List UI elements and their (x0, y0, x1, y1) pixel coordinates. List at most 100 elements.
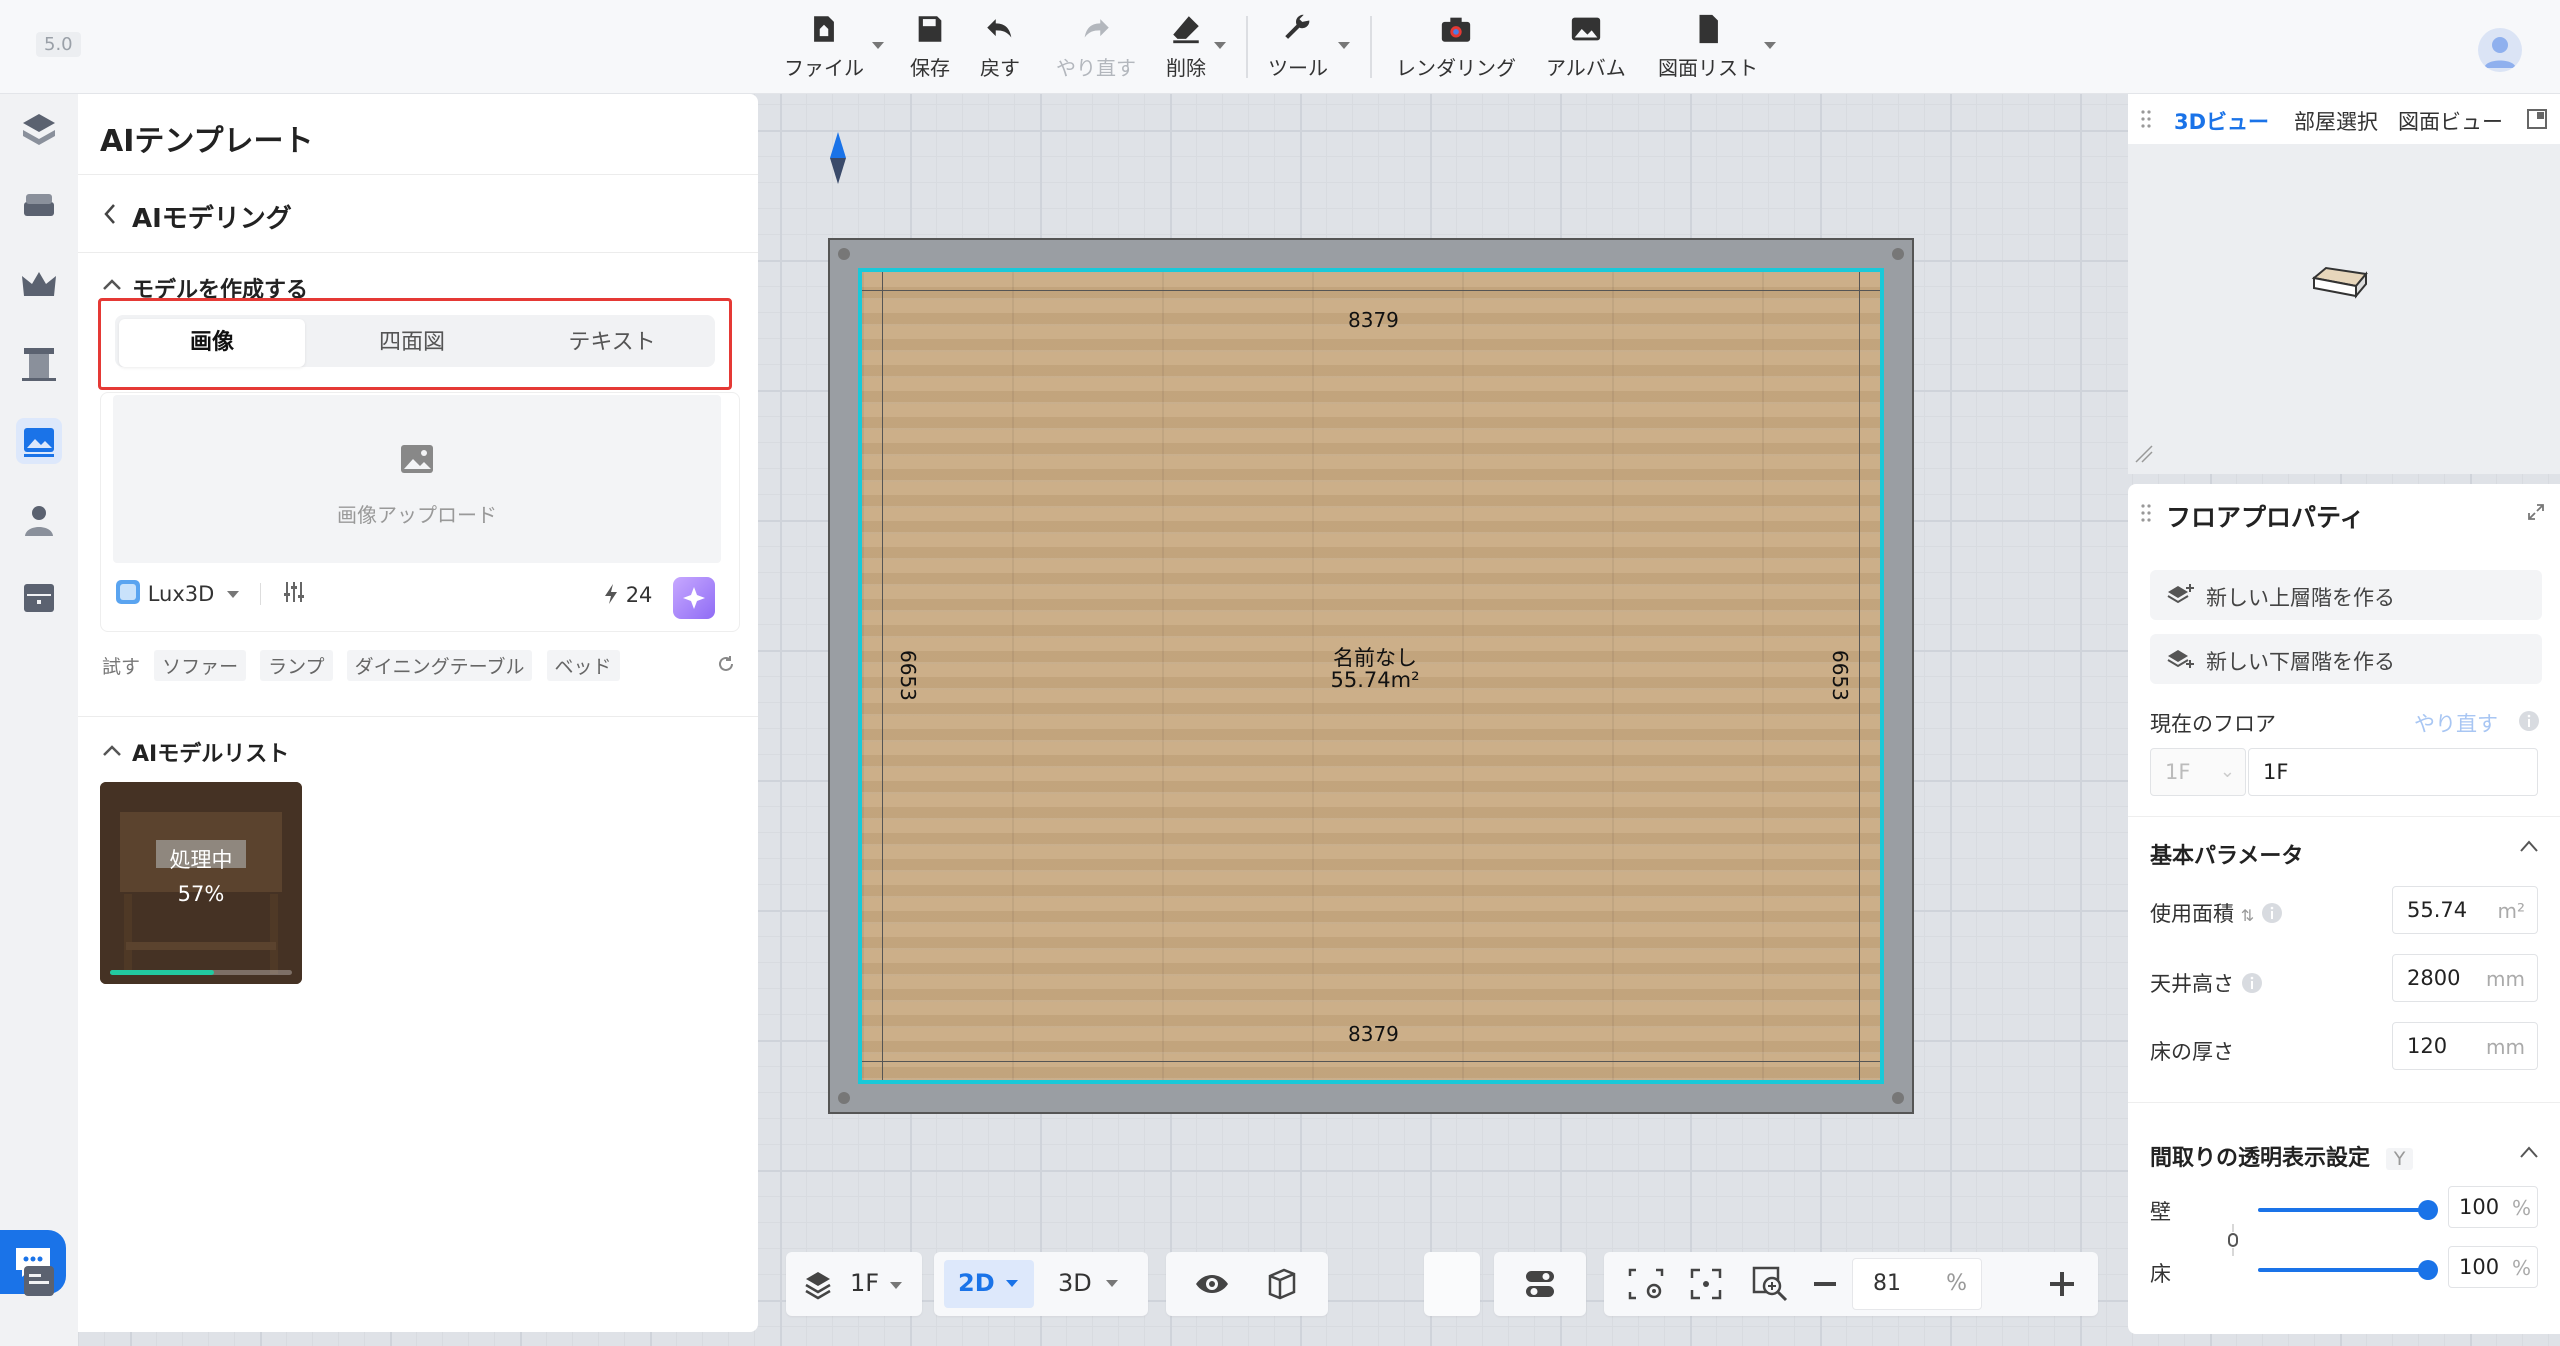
corner-node[interactable] (1892, 1092, 1904, 1104)
new-upper-floor-button[interactable]: 新しい上層階を作る (2150, 570, 2542, 620)
crown-icon[interactable] (16, 262, 62, 308)
refresh-icon[interactable] (716, 654, 736, 674)
new-lower-floor-button[interactable]: 新しい下層階を作る (2150, 634, 2542, 684)
info-icon[interactable] (2261, 902, 2283, 924)
floor-percent-input[interactable]: 100 % (2448, 1246, 2538, 1288)
toggle-settings-button[interactable] (1494, 1252, 1586, 1316)
redo-link[interactable]: やり直す (2414, 708, 2498, 738)
redo-button[interactable]: やり直す (1056, 12, 1136, 81)
floor-name-input[interactable]: 1F (2248, 748, 2538, 796)
tab-image[interactable]: 画像 (119, 319, 305, 367)
ceiling-label: 天井高さ (2150, 968, 2263, 998)
ai-model-item[interactable]: 処理中 57% (100, 782, 302, 984)
image-upload-area[interactable]: 画像アップロード (113, 395, 721, 563)
tools-button[interactable]: ツール (1268, 12, 1328, 81)
eye-icon[interactable] (1194, 1268, 1230, 1300)
ai-template-icon[interactable] (16, 418, 62, 464)
chevron-down-icon[interactable] (1338, 42, 1350, 49)
floor-level-select[interactable]: 1F ⌄ (2150, 748, 2246, 796)
cube-icon[interactable] (1264, 1266, 1300, 1302)
user-avatar[interactable] (2478, 28, 2522, 72)
floor-thickness-input[interactable]: 120 mm (2392, 1022, 2538, 1070)
info-icon[interactable] (2518, 710, 2540, 732)
info-icon[interactable] (2241, 972, 2263, 994)
upload-card: 画像アップロード Lux3D 24 (100, 392, 740, 632)
delete-button[interactable]: 削除 (1166, 12, 1206, 81)
tab-four-views[interactable]: 四面図 (319, 319, 505, 367)
corner-node[interactable] (838, 1092, 850, 1104)
suggestion-chip[interactable]: ランプ (260, 650, 333, 681)
slider-knob[interactable] (2418, 1260, 2438, 1280)
area-input[interactable]: 55.74 m² (2392, 886, 2538, 934)
blank-tool-button[interactable] (1424, 1252, 1480, 1316)
back-button[interactable] (102, 202, 118, 232)
render-button[interactable]: レンダリング (1396, 12, 1516, 81)
file-button[interactable]: ファイル (784, 12, 864, 81)
undo-icon (987, 19, 1012, 38)
floor-transparency-slider[interactable] (2258, 1260, 2438, 1280)
mode-2d-button[interactable]: 2D (944, 1260, 1034, 1308)
collapse-create-section[interactable] (102, 272, 122, 297)
processing-progress: 57% (177, 882, 225, 906)
room-3d-model[interactable] (2308, 264, 2372, 304)
tab-3d-view[interactable]: 3Dビュー (2174, 106, 2269, 136)
furniture-icon[interactable] (16, 184, 62, 230)
zoom-region-icon[interactable] (1750, 1264, 1790, 1304)
drag-handle-icon[interactable] (2140, 108, 2152, 130)
zoom-in-icon[interactable] (2046, 1268, 2078, 1300)
corner-node[interactable] (1892, 248, 1904, 260)
fit-view-icon[interactable] (1688, 1266, 1724, 1302)
image-icon (401, 445, 433, 473)
chevron-down-icon[interactable] (1764, 42, 1776, 49)
drawing-list-button[interactable]: 図面リスト (1658, 12, 1758, 81)
save-button[interactable]: 保存 (910, 12, 950, 81)
generate-button[interactable] (673, 577, 715, 619)
mode-3d-button[interactable]: 3D (1044, 1260, 1134, 1308)
tab-text[interactable]: テキスト (519, 319, 705, 367)
wall-percent-input[interactable]: 100 % (2448, 1186, 2538, 1228)
suggestion-chips: 試す ソファー ランプ ダイニングテーブル ベッド (102, 650, 620, 681)
album-button[interactable]: アルバム (1546, 12, 1626, 81)
tab-room-select[interactable]: 部屋選択 (2294, 106, 2378, 136)
wall-transparency-slider[interactable] (2258, 1200, 2438, 1220)
link-icon[interactable] (2224, 1220, 2242, 1260)
expand-window-icon[interactable] (2526, 108, 2548, 130)
panel-toggle-icon[interactable] (16, 1258, 62, 1304)
dimension-line (862, 1061, 1880, 1062)
undo-button[interactable]: 戻す (980, 12, 1020, 81)
tab-plan-view[interactable]: 図面ビュー (2398, 106, 2503, 136)
eraser-icon (1173, 16, 1199, 44)
wall-label: 壁 (2150, 1200, 2171, 1224)
suggestion-chip[interactable]: ソファー (154, 650, 247, 681)
ceiling-height-input[interactable]: 2800 mm (2392, 954, 2538, 1002)
view-settings-icon[interactable] (1626, 1266, 1666, 1302)
floorplan-icon[interactable] (16, 106, 62, 152)
chevron-up-icon[interactable] (2518, 838, 2540, 854)
model-select[interactable]: Lux3D (115, 579, 307, 606)
collapse-model-list[interactable] (102, 738, 122, 763)
floor-switcher[interactable]: 1F (786, 1252, 922, 1316)
suggestion-chip[interactable]: ベッド (546, 650, 620, 681)
chevron-up-icon[interactable] (2518, 1144, 2540, 1160)
current-floor-label: 現在のフロア (2150, 712, 2276, 736)
chevron-down-icon[interactable] (872, 42, 884, 49)
person-icon[interactable] (16, 498, 62, 544)
room-floor[interactable]: 8379 8379 6653 6653 名前なし 55.74m² (858, 268, 1884, 1084)
resize-handle-icon[interactable] (2132, 442, 2156, 466)
mini-3d-view[interactable]: 3Dビュー 部屋選択 図面ビュー (2128, 94, 2560, 474)
floor-plan[interactable]: 8379 8379 6653 6653 名前なし 55.74m² (828, 238, 1914, 1114)
zoom-out-icon[interactable] (1810, 1272, 1840, 1296)
slider-knob[interactable] (2418, 1200, 2438, 1220)
toolbar-divider (1370, 16, 1372, 78)
drag-handle-icon[interactable] (2140, 502, 2152, 524)
corner-node[interactable] (838, 248, 850, 260)
expand-icon[interactable] (2526, 502, 2546, 522)
zoom-input[interactable]: 81 % (1852, 1258, 1982, 1310)
suggestion-chip[interactable]: ダイニングテーブル (346, 650, 533, 681)
sliders-icon[interactable] (281, 579, 307, 605)
chevron-down-icon[interactable] (1214, 42, 1226, 49)
door-icon[interactable] (16, 340, 62, 386)
sort-icon[interactable]: ⇅ (2241, 906, 2254, 925)
cabinet-icon[interactable] (16, 574, 62, 620)
chevron-down-icon (1106, 1280, 1118, 1287)
